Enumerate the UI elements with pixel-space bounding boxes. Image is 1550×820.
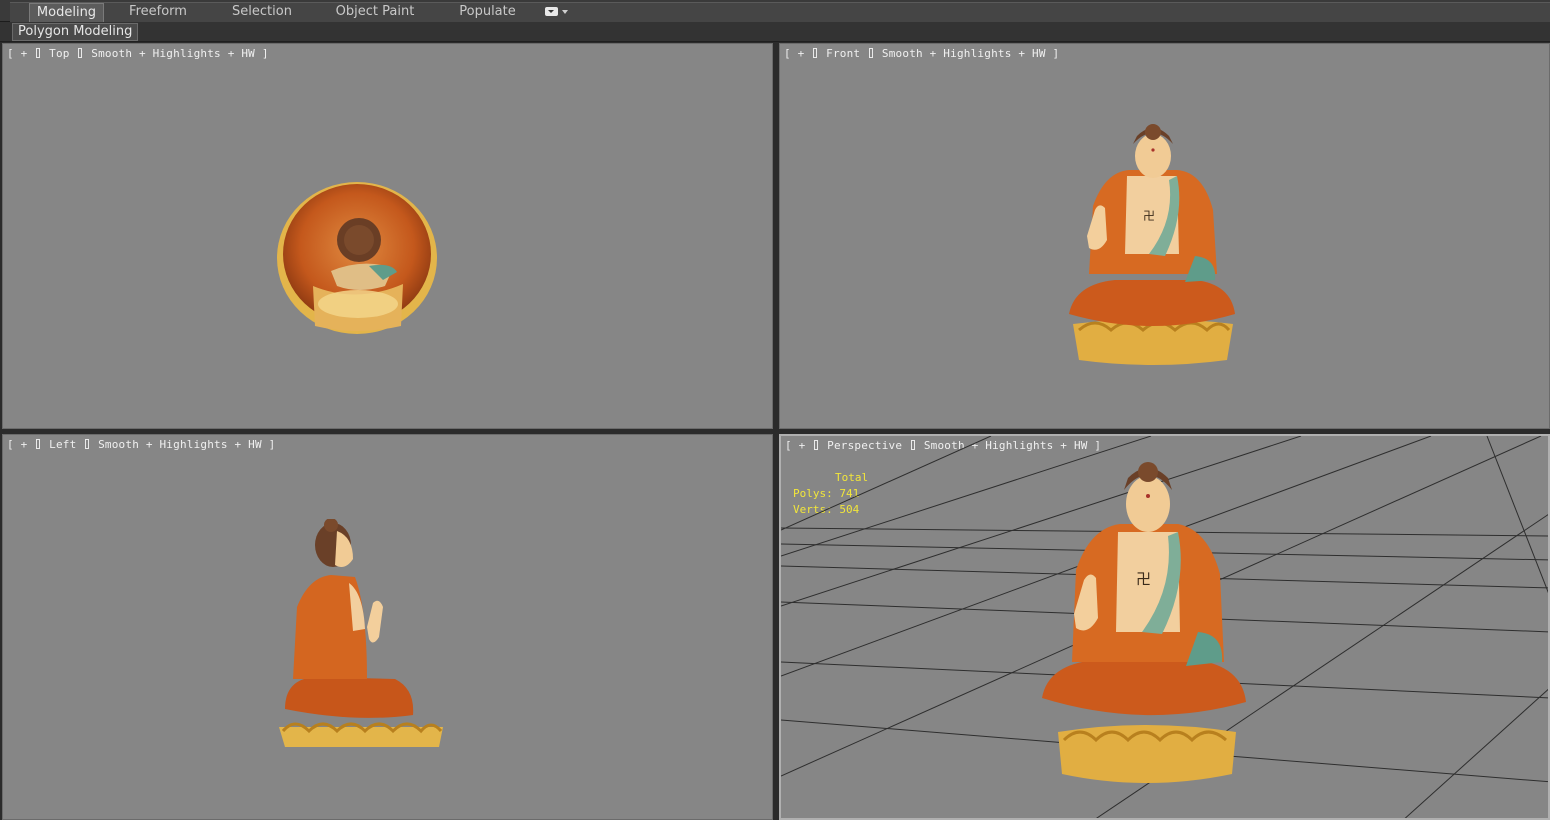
polygon-modeling-panel-button[interactable]: Polygon Modeling	[12, 23, 139, 41]
buddha-top-view[interactable]	[273, 176, 443, 336]
buddha-left-view[interactable]	[275, 519, 450, 767]
tab-object-paint[interactable]: Object Paint	[330, 3, 420, 22]
viewport-box-icon	[36, 48, 41, 58]
ribbon-options-button[interactable]	[541, 6, 571, 18]
chest-symbol: 卍	[1143, 209, 1155, 223]
robe-legs	[285, 677, 414, 718]
buddha-front-view[interactable]: 卍	[1065, 124, 1240, 370]
tab-selection[interactable]: Selection	[224, 3, 300, 22]
viewport-menu-plus: [ +	[784, 47, 812, 60]
viewport-menu-plus: [ +	[7, 47, 35, 60]
ribbon-tab-bar: Modeling Freeform Selection Object Paint…	[0, 0, 1550, 22]
viewport-shading[interactable]: Smooth + Highlights + HW ]	[91, 47, 268, 60]
tab-modeling[interactable]: Modeling	[29, 3, 104, 22]
viewport-name[interactable]: Left	[49, 438, 76, 451]
urna-dot	[1151, 148, 1155, 152]
ushnisha	[1145, 124, 1161, 140]
robe-legs	[1069, 280, 1235, 326]
viewport-top[interactable]: [ + Top Smooth + Highlights + HW ]	[2, 43, 773, 429]
tab-freeform[interactable]: Freeform	[120, 3, 196, 22]
lotus-base-highlight	[318, 290, 398, 318]
chest-symbol: 卍	[1136, 570, 1151, 588]
viewport-shading[interactable]: Smooth + Highlights + HW ]	[882, 47, 1059, 60]
raised-hand	[1087, 205, 1107, 250]
viewport-box-icon	[78, 48, 83, 58]
urna-dot	[1146, 494, 1150, 498]
robe-legs	[1042, 660, 1246, 716]
viewport-top-label[interactable]: [ + Top Smooth + Highlights + HW ]	[7, 47, 269, 60]
viewport-left-label[interactable]: [ + Left Smooth + Highlights + HW ]	[7, 438, 275, 451]
viewport-name[interactable]: Top	[49, 47, 69, 60]
viewport-box-icon	[813, 48, 818, 58]
buddha-perspective-view[interactable]: 卍	[1036, 462, 1256, 792]
caret-down-icon	[562, 10, 568, 14]
ushnisha-top	[344, 225, 374, 255]
dropdown-toggle-icon	[545, 7, 558, 16]
viewport-name[interactable]: Front	[826, 47, 860, 60]
tab-populate[interactable]: Populate	[450, 3, 525, 22]
face	[1126, 476, 1170, 532]
viewport-front[interactable]: [ + Front Smooth + Highlights + HW ] 卍	[779, 43, 1550, 429]
viewport-shading[interactable]: Smooth + Highlights + HW ]	[98, 438, 275, 451]
viewport-box-icon	[869, 48, 874, 58]
viewport-box-icon	[36, 439, 41, 449]
viewport-left[interactable]: [ + Left Smooth + Highlights + HW ]	[2, 434, 773, 820]
ribbon-panel-bar: Polygon Modeling	[0, 22, 1550, 42]
face	[1135, 134, 1171, 178]
viewport-box-icon	[85, 439, 90, 449]
viewport-front-label[interactable]: [ + Front Smooth + Highlights + HW ]	[784, 47, 1059, 60]
face-side	[335, 531, 353, 567]
viewport-menu-plus: [ +	[7, 438, 35, 451]
raised-hand	[367, 600, 383, 643]
viewport-perspective[interactable]: [ + Perspective Smooth + Highlights + HW…	[779, 434, 1550, 820]
ushnisha	[1138, 462, 1158, 482]
